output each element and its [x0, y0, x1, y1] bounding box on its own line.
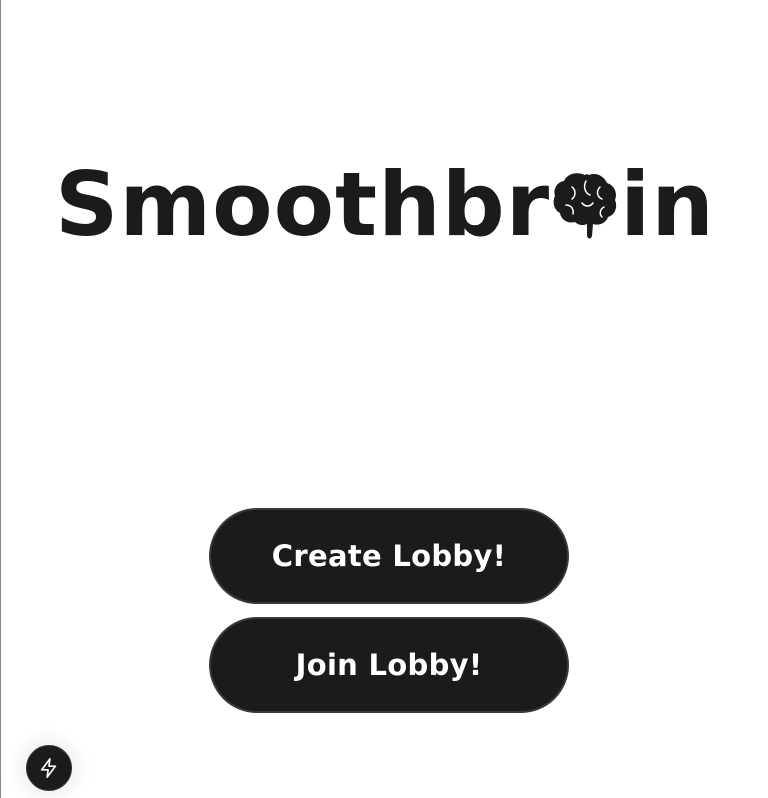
home-page: Smoothbr in Create Lobby! Join Lobby!	[0, 0, 768, 798]
app-logo: Smoothbr in	[1, 150, 768, 260]
dev-tools-button[interactable]	[26, 745, 72, 791]
lightning-bolt-icon	[40, 758, 57, 778]
create-lobby-button[interactable]: Create Lobby!	[209, 508, 569, 604]
brain-icon	[553, 173, 617, 239]
join-lobby-button[interactable]: Join Lobby!	[209, 617, 569, 713]
logo-text-start: Smoothbr	[55, 153, 551, 256]
logo-text-end: in	[620, 153, 715, 256]
